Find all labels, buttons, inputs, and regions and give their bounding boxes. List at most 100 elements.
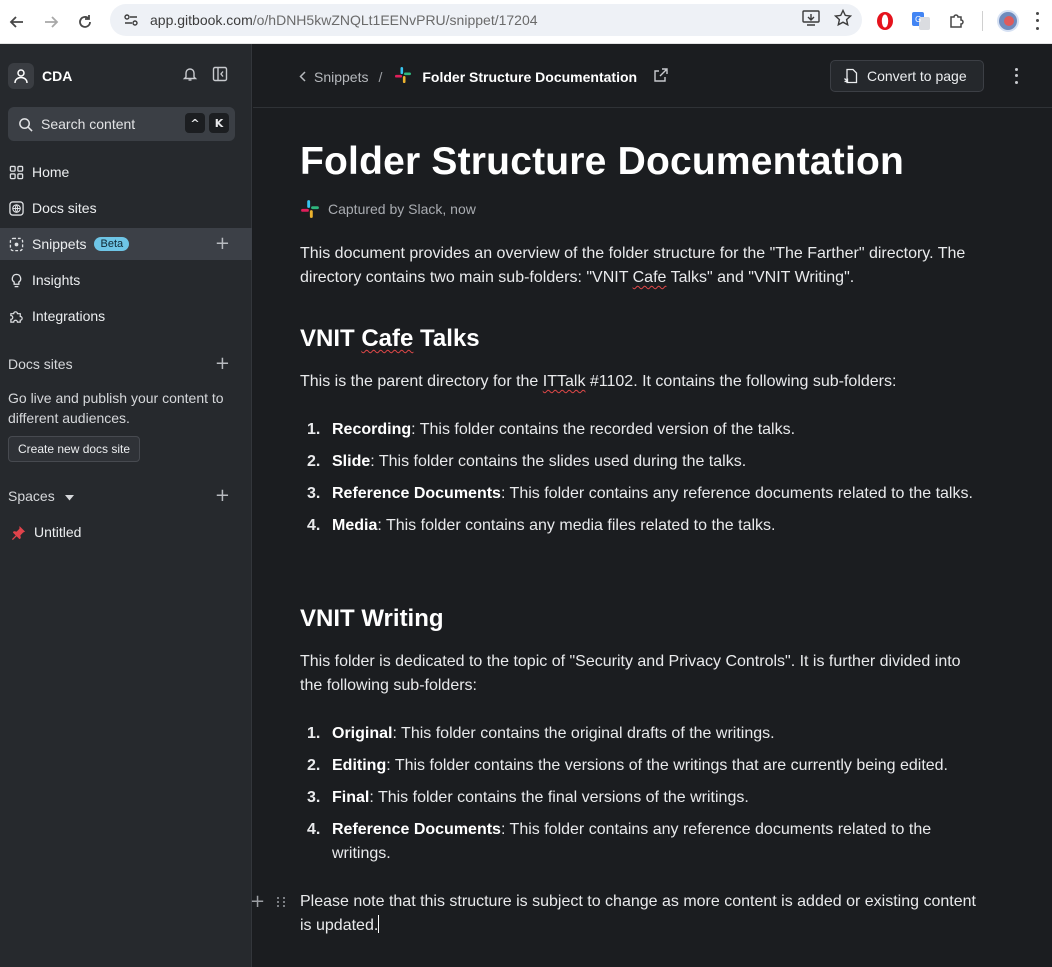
closing-note-text: Please note that this structure is subje… xyxy=(300,893,976,934)
list-item[interactable]: 3. Final: This folder contains the final … xyxy=(300,786,980,810)
add-space-icon[interactable]: + xyxy=(215,487,230,505)
breadcrumb-separator: / xyxy=(378,68,383,85)
page-header: Snippets / Folder Structure Documentatio… xyxy=(253,44,1052,108)
list-number: 4. xyxy=(307,821,321,838)
heading-text: Talks xyxy=(413,325,480,352)
list-item[interactable]: 3. Reference Documents: This folder conta… xyxy=(300,482,980,506)
opera-extension-icon[interactable] xyxy=(874,10,896,32)
breadcrumb: Snippets / Folder Structure Documentatio… xyxy=(299,66,669,87)
list-term: Editing xyxy=(332,757,387,774)
extensions-puzzle-icon[interactable] xyxy=(946,10,968,32)
snippet-icon xyxy=(8,236,24,252)
list-text: : This folder contains the original draf… xyxy=(392,725,775,742)
writing-subfolder-list: 1. Original: This folder contains the ori… xyxy=(300,722,980,874)
reload-button[interactable] xyxy=(68,5,102,39)
list-item[interactable]: 4. Media: This folder contains any media … xyxy=(300,514,980,538)
back-button[interactable] xyxy=(0,5,34,39)
sidebar-item-snippets[interactable]: Snippets Beta + xyxy=(0,228,252,260)
install-app-icon[interactable] xyxy=(802,9,820,31)
list-number: 2. xyxy=(307,757,321,774)
sidebar-item-home[interactable]: Home xyxy=(0,156,252,188)
add-docs-site-icon[interactable]: + xyxy=(215,355,230,373)
list-number: 1. xyxy=(307,421,321,438)
list-item[interactable]: 1. Original: This folder contains the ori… xyxy=(300,722,980,746)
google-translate-icon[interactable]: G xyxy=(910,10,932,32)
puzzle-icon xyxy=(8,308,24,324)
bell-icon[interactable] xyxy=(182,66,198,87)
address-bar[interactable]: app.gitbook.com/o/hDNH5kwZNQLt1EENvPRU/s… xyxy=(110,4,862,36)
spaces-heading-label: Spaces xyxy=(8,488,55,504)
list-text: : This folder contains the versions of t… xyxy=(386,757,948,774)
cafe-description[interactable]: This is the parent directory for the ITT… xyxy=(300,370,980,394)
add-snippet-icon[interactable]: + xyxy=(215,235,230,253)
list-text: : This folder contains any media files r… xyxy=(377,517,776,534)
page-title[interactable]: Folder Structure Documentation xyxy=(300,140,904,184)
list-number: 3. xyxy=(307,485,321,502)
browser-menu-icon[interactable] xyxy=(1033,10,1041,32)
kbd-ctrl: ^ xyxy=(185,113,205,133)
sidebar-item-docs-sites[interactable]: Docs sites xyxy=(0,192,252,224)
list-item[interactable]: 2. Editing: This folder contains the vers… xyxy=(300,754,980,778)
heading-vnit-writing[interactable]: VNIT Writing xyxy=(300,605,444,633)
list-number: 4. xyxy=(307,517,321,534)
sidebar-item-insights[interactable]: Insights xyxy=(0,264,252,296)
intro-line-1: This document provides an overview of th… xyxy=(300,245,934,262)
list-item[interactable]: 1. Recording: This folder contains the re… xyxy=(300,418,980,442)
capture-meta: Captured by Slack, now xyxy=(300,199,476,219)
chevron-left-icon[interactable] xyxy=(299,69,306,85)
url-path: /o/hDNH5kwZNQLt1EENvPRU/snippet/17204 xyxy=(252,12,538,28)
profile-avatar[interactable] xyxy=(997,10,1019,32)
convert-to-page-label: Convert to page xyxy=(867,68,967,84)
list-number: 2. xyxy=(307,453,321,470)
add-block-icon[interactable]: + xyxy=(250,890,265,914)
list-term: Reference Documents xyxy=(332,485,501,502)
globe-icon xyxy=(8,200,24,216)
chevron-down-icon[interactable] xyxy=(64,488,74,504)
more-options-icon[interactable] xyxy=(1009,66,1023,86)
text-cursor xyxy=(378,915,380,933)
block-handle: + xyxy=(250,890,290,914)
sidebar-item-label: Snippets xyxy=(32,236,87,252)
slack-icon xyxy=(301,200,319,218)
sidebar-item-label: Integrations xyxy=(32,308,106,324)
sidebar-item-untitled[interactable]: Untitled xyxy=(0,516,252,548)
toolbar-divider xyxy=(982,11,983,31)
slack-icon xyxy=(394,66,412,87)
org-logo-icon xyxy=(8,63,34,89)
forward-button[interactable] xyxy=(34,5,68,39)
create-docs-site-button[interactable]: Create new docs site xyxy=(8,436,141,462)
kbd-k: K xyxy=(209,113,229,133)
search-placeholder: Search content xyxy=(41,116,136,132)
writing-description[interactable]: This folder is dedicated to the topic of… xyxy=(300,650,980,698)
org-switcher[interactable]: CDA xyxy=(8,62,244,90)
cafe-subfolder-list: 1. Recording: This folder contains the re… xyxy=(300,418,980,546)
spaces-heading[interactable]: Spaces + xyxy=(8,484,244,508)
sidebar: CDA Search content ^ K Home Docs sites S… xyxy=(0,44,252,967)
heading-vnit-cafe-talks[interactable]: VNIT Cafe Talks xyxy=(300,325,480,353)
reload-icon xyxy=(79,14,91,28)
sidebar-item-label: Insights xyxy=(32,272,81,288)
intro-paragraph[interactable]: This document provides an overview of th… xyxy=(300,242,980,290)
collapse-sidebar-icon[interactable] xyxy=(212,66,228,87)
list-term: Original xyxy=(332,725,393,742)
convert-doc-icon xyxy=(844,68,858,84)
capture-meta-text: Captured by Slack, now xyxy=(328,201,476,217)
main-content: Snippets / Folder Structure Documentatio… xyxy=(250,44,1052,967)
arrow-left-icon xyxy=(9,15,23,28)
breadcrumb-snippets-link[interactable]: Snippets xyxy=(314,69,368,85)
list-number: 3. xyxy=(307,789,321,806)
drag-handle-icon[interactable] xyxy=(277,897,286,907)
heading-text: VNIT xyxy=(300,325,362,352)
intro-text: Talks" and "VNIT Writing". xyxy=(666,269,855,286)
open-external-icon[interactable] xyxy=(653,67,669,86)
bookmark-star-icon[interactable] xyxy=(833,8,853,32)
search-input[interactable]: Search content ^ K xyxy=(8,107,235,141)
convert-to-page-button[interactable]: Convert to page xyxy=(830,60,984,92)
search-icon xyxy=(19,117,33,132)
closing-note[interactable]: + Please note that this structure is sub… xyxy=(250,890,980,938)
sidebar-item-integrations[interactable]: Integrations xyxy=(0,300,252,332)
site-info-icon[interactable] xyxy=(118,8,144,32)
list-item[interactable]: 2. Slide: This folder contains the slides… xyxy=(300,450,980,474)
list-term: Reference Documents xyxy=(332,821,501,838)
list-item[interactable]: 4. Reference Documents: This folder conta… xyxy=(300,818,980,866)
